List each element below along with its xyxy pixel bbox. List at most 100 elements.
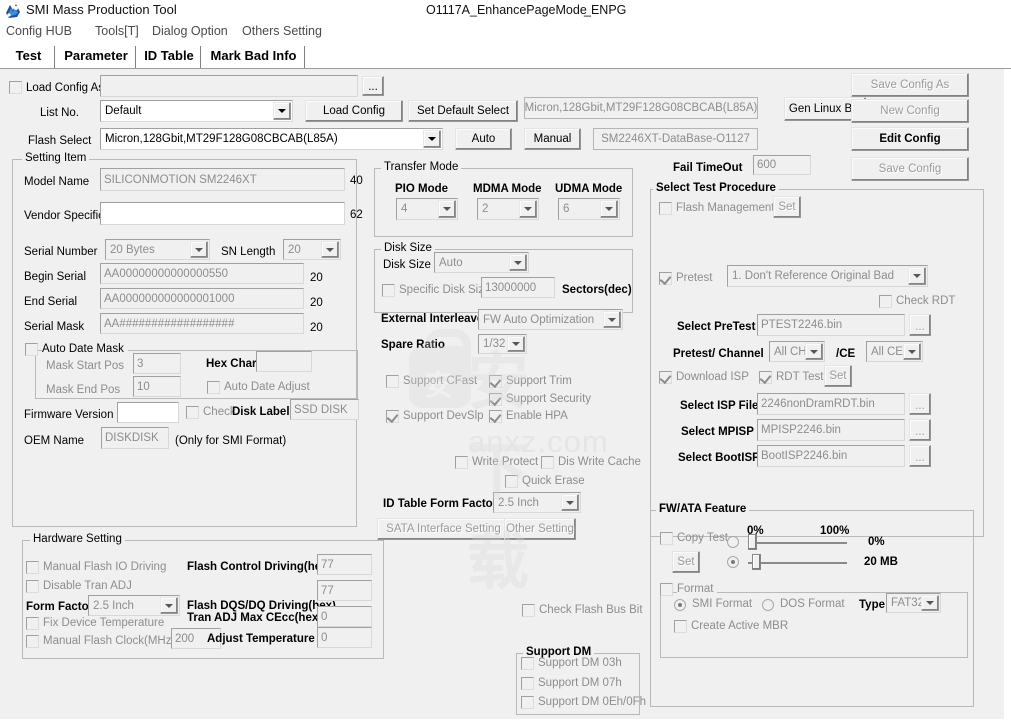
id-table-form-factor-combo[interactable]: 2.5 Inch bbox=[493, 492, 581, 513]
chevron-down-icon[interactable] bbox=[273, 102, 291, 120]
download-isp-checkbox[interactable] bbox=[659, 371, 672, 384]
create-active-mbr-checkbox[interactable] bbox=[674, 620, 687, 633]
smi-format-radio[interactable] bbox=[674, 599, 686, 611]
sn-length-combo[interactable]: 20 bbox=[283, 239, 341, 260]
menu-tools[interactable]: Tools[T] bbox=[95, 24, 139, 38]
edit-config-button[interactable]: Edit Config bbox=[851, 127, 969, 151]
menu-dialog-option[interactable]: Dialog Option bbox=[152, 24, 228, 38]
select-bootisp-browse-button[interactable]: ... bbox=[909, 445, 931, 467]
ce-combo[interactable]: All CE bbox=[866, 341, 923, 362]
load-config-as-input[interactable] bbox=[100, 75, 358, 97]
end-serial-input[interactable]: AA000000000000001000 bbox=[100, 288, 304, 309]
chevron-down-icon[interactable] bbox=[600, 200, 618, 218]
auto-button[interactable]: Auto bbox=[455, 128, 512, 150]
slider2-radio[interactable] bbox=[727, 556, 739, 568]
hex-char-input[interactable] bbox=[256, 351, 312, 372]
sata-interface-setting-button[interactable]: SATA Interface Setting bbox=[377, 518, 510, 540]
oem-name-input[interactable]: DISKDISK bbox=[101, 427, 169, 449]
support-security-checkbox[interactable] bbox=[489, 393, 502, 406]
copy-percent-slider-track[interactable] bbox=[748, 542, 847, 544]
auto-date-mask-checkbox[interactable] bbox=[25, 343, 38, 356]
select-mpisp-browse-button[interactable]: ... bbox=[909, 419, 931, 441]
mask-end-pos-input[interactable]: 10 bbox=[133, 376, 181, 397]
select-pretest-input[interactable]: PTEST2246.bin bbox=[757, 314, 905, 336]
model-name-input[interactable]: SILICONMOTION SM2246XT bbox=[100, 168, 345, 191]
chevron-down-icon[interactable] bbox=[921, 595, 939, 611]
flash-management-set-button[interactable]: Set bbox=[773, 196, 801, 218]
pretest-combo[interactable]: 1. Don't Reference Original Bad bbox=[727, 265, 928, 287]
copy-test-set-button[interactable]: Set bbox=[672, 551, 700, 573]
serial-mask-input[interactable]: AA################## bbox=[100, 313, 304, 334]
chevron-down-icon[interactable] bbox=[321, 241, 339, 258]
chevron-down-icon[interactable] bbox=[160, 597, 178, 614]
flash-select-combo[interactable]: Micron,128Gbit,MT29F128G08CBCAB(L85A) bbox=[100, 128, 443, 150]
select-bootisp-input[interactable]: BootISP2246.bin bbox=[757, 445, 905, 467]
select-isp-file-browse-button[interactable]: ... bbox=[909, 393, 931, 415]
support-cfast-checkbox[interactable] bbox=[386, 375, 399, 388]
quick-erase-checkbox[interactable] bbox=[505, 475, 518, 488]
fix-device-temperature-checkbox[interactable] bbox=[26, 617, 39, 630]
enable-hpa-checkbox[interactable] bbox=[489, 410, 502, 423]
chevron-down-icon[interactable] bbox=[507, 336, 525, 352]
copy-size-slider-track[interactable] bbox=[748, 562, 847, 564]
new-config-button[interactable]: New Config bbox=[851, 99, 969, 123]
copy-size-slider-handle[interactable] bbox=[752, 554, 761, 570]
pretest-channel-combo[interactable]: All CH bbox=[769, 341, 825, 362]
adjust-temperature-input[interactable]: 0 bbox=[317, 627, 372, 648]
set-default-select-button[interactable]: Set Default Select bbox=[408, 100, 518, 122]
tran-adj-max-cecc-input[interactable]: 0 bbox=[317, 606, 372, 627]
chevron-down-icon[interactable] bbox=[509, 254, 527, 271]
serial-number-combo[interactable]: 20 Bytes bbox=[105, 239, 210, 260]
support-dm-03h-checkbox[interactable] bbox=[521, 657, 534, 670]
pretest-checkbox[interactable] bbox=[659, 272, 672, 285]
manual-flash-clock-checkbox[interactable] bbox=[26, 635, 39, 648]
support-devslp-checkbox[interactable] bbox=[386, 410, 399, 423]
chevron-down-icon[interactable] bbox=[190, 241, 208, 258]
flash-dqs-dq-driving-input[interactable]: 77 bbox=[317, 580, 372, 601]
chevron-down-icon[interactable] bbox=[438, 200, 456, 218]
support-dm-07h-checkbox[interactable] bbox=[521, 677, 534, 690]
pio-mode-combo[interactable]: 4 bbox=[396, 198, 458, 220]
format-checkbox[interactable] bbox=[660, 583, 673, 596]
load-config-button[interactable]: Load Config bbox=[305, 100, 403, 122]
firmware-check-checkbox[interactable] bbox=[186, 406, 199, 419]
mdma-mode-combo[interactable]: 2 bbox=[477, 198, 539, 220]
select-isp-file-input[interactable]: 2246nonDramRDT.bin bbox=[757, 393, 905, 415]
specific-disk-size-input[interactable]: 13000000 bbox=[481, 277, 555, 298]
manual-button[interactable]: Manual bbox=[524, 128, 581, 150]
flash-management-checkbox[interactable] bbox=[659, 202, 672, 215]
load-config-as-browse-button[interactable]: ... bbox=[362, 76, 384, 96]
rdt-set-button[interactable]: Set bbox=[824, 365, 852, 387]
vendor-specific-input[interactable] bbox=[100, 202, 345, 225]
mask-start-pos-input[interactable]: 3 bbox=[133, 353, 181, 374]
external-interleave-combo[interactable]: FW Auto Optimization bbox=[478, 309, 623, 330]
copy-test-checkbox[interactable] bbox=[660, 532, 673, 545]
disk-size-combo[interactable]: Auto bbox=[434, 252, 529, 273]
begin-serial-input[interactable]: AA00000000000000550 bbox=[100, 263, 304, 284]
udma-mode-combo[interactable]: 6 bbox=[558, 198, 620, 220]
auto-date-adjust-checkbox[interactable] bbox=[207, 381, 220, 394]
check-rdt-checkbox[interactable] bbox=[879, 295, 892, 308]
spare-ratio-combo[interactable]: 1/32 bbox=[478, 334, 527, 354]
other-setting-button[interactable]: Other Setting bbox=[504, 518, 576, 540]
chevron-down-icon[interactable] bbox=[561, 494, 579, 511]
format-type-combo[interactable]: FAT32 bbox=[886, 593, 941, 613]
select-pretest-browse-button[interactable]: ... bbox=[909, 314, 931, 336]
support-dm-0eh-0fh-checkbox[interactable] bbox=[521, 696, 534, 709]
save-config-button[interactable]: Save Config bbox=[851, 157, 969, 181]
chevron-down-icon[interactable] bbox=[423, 130, 441, 148]
firmware-version-input[interactable] bbox=[117, 402, 179, 423]
chevron-down-icon[interactable] bbox=[903, 343, 921, 360]
form-factor-combo[interactable]: 2.5 Inch bbox=[88, 595, 180, 616]
list-no-combo[interactable]: Default bbox=[100, 100, 293, 122]
chevron-down-icon[interactable] bbox=[908, 267, 926, 285]
load-config-as-checkbox[interactable] bbox=[9, 81, 22, 94]
disk-label-input[interactable]: SSD DISK bbox=[290, 399, 359, 420]
check-flash-bus-bit-checkbox[interactable] bbox=[522, 604, 535, 617]
save-config-as-button[interactable]: Save Config As bbox=[851, 73, 969, 97]
disable-tran-adj-checkbox[interactable] bbox=[26, 580, 39, 593]
copy-percent-slider-handle[interactable] bbox=[748, 534, 757, 550]
tab-parameter[interactable]: Parameter bbox=[56, 44, 136, 68]
slider1-radio[interactable] bbox=[727, 536, 739, 548]
dos-format-radio[interactable] bbox=[762, 599, 774, 611]
